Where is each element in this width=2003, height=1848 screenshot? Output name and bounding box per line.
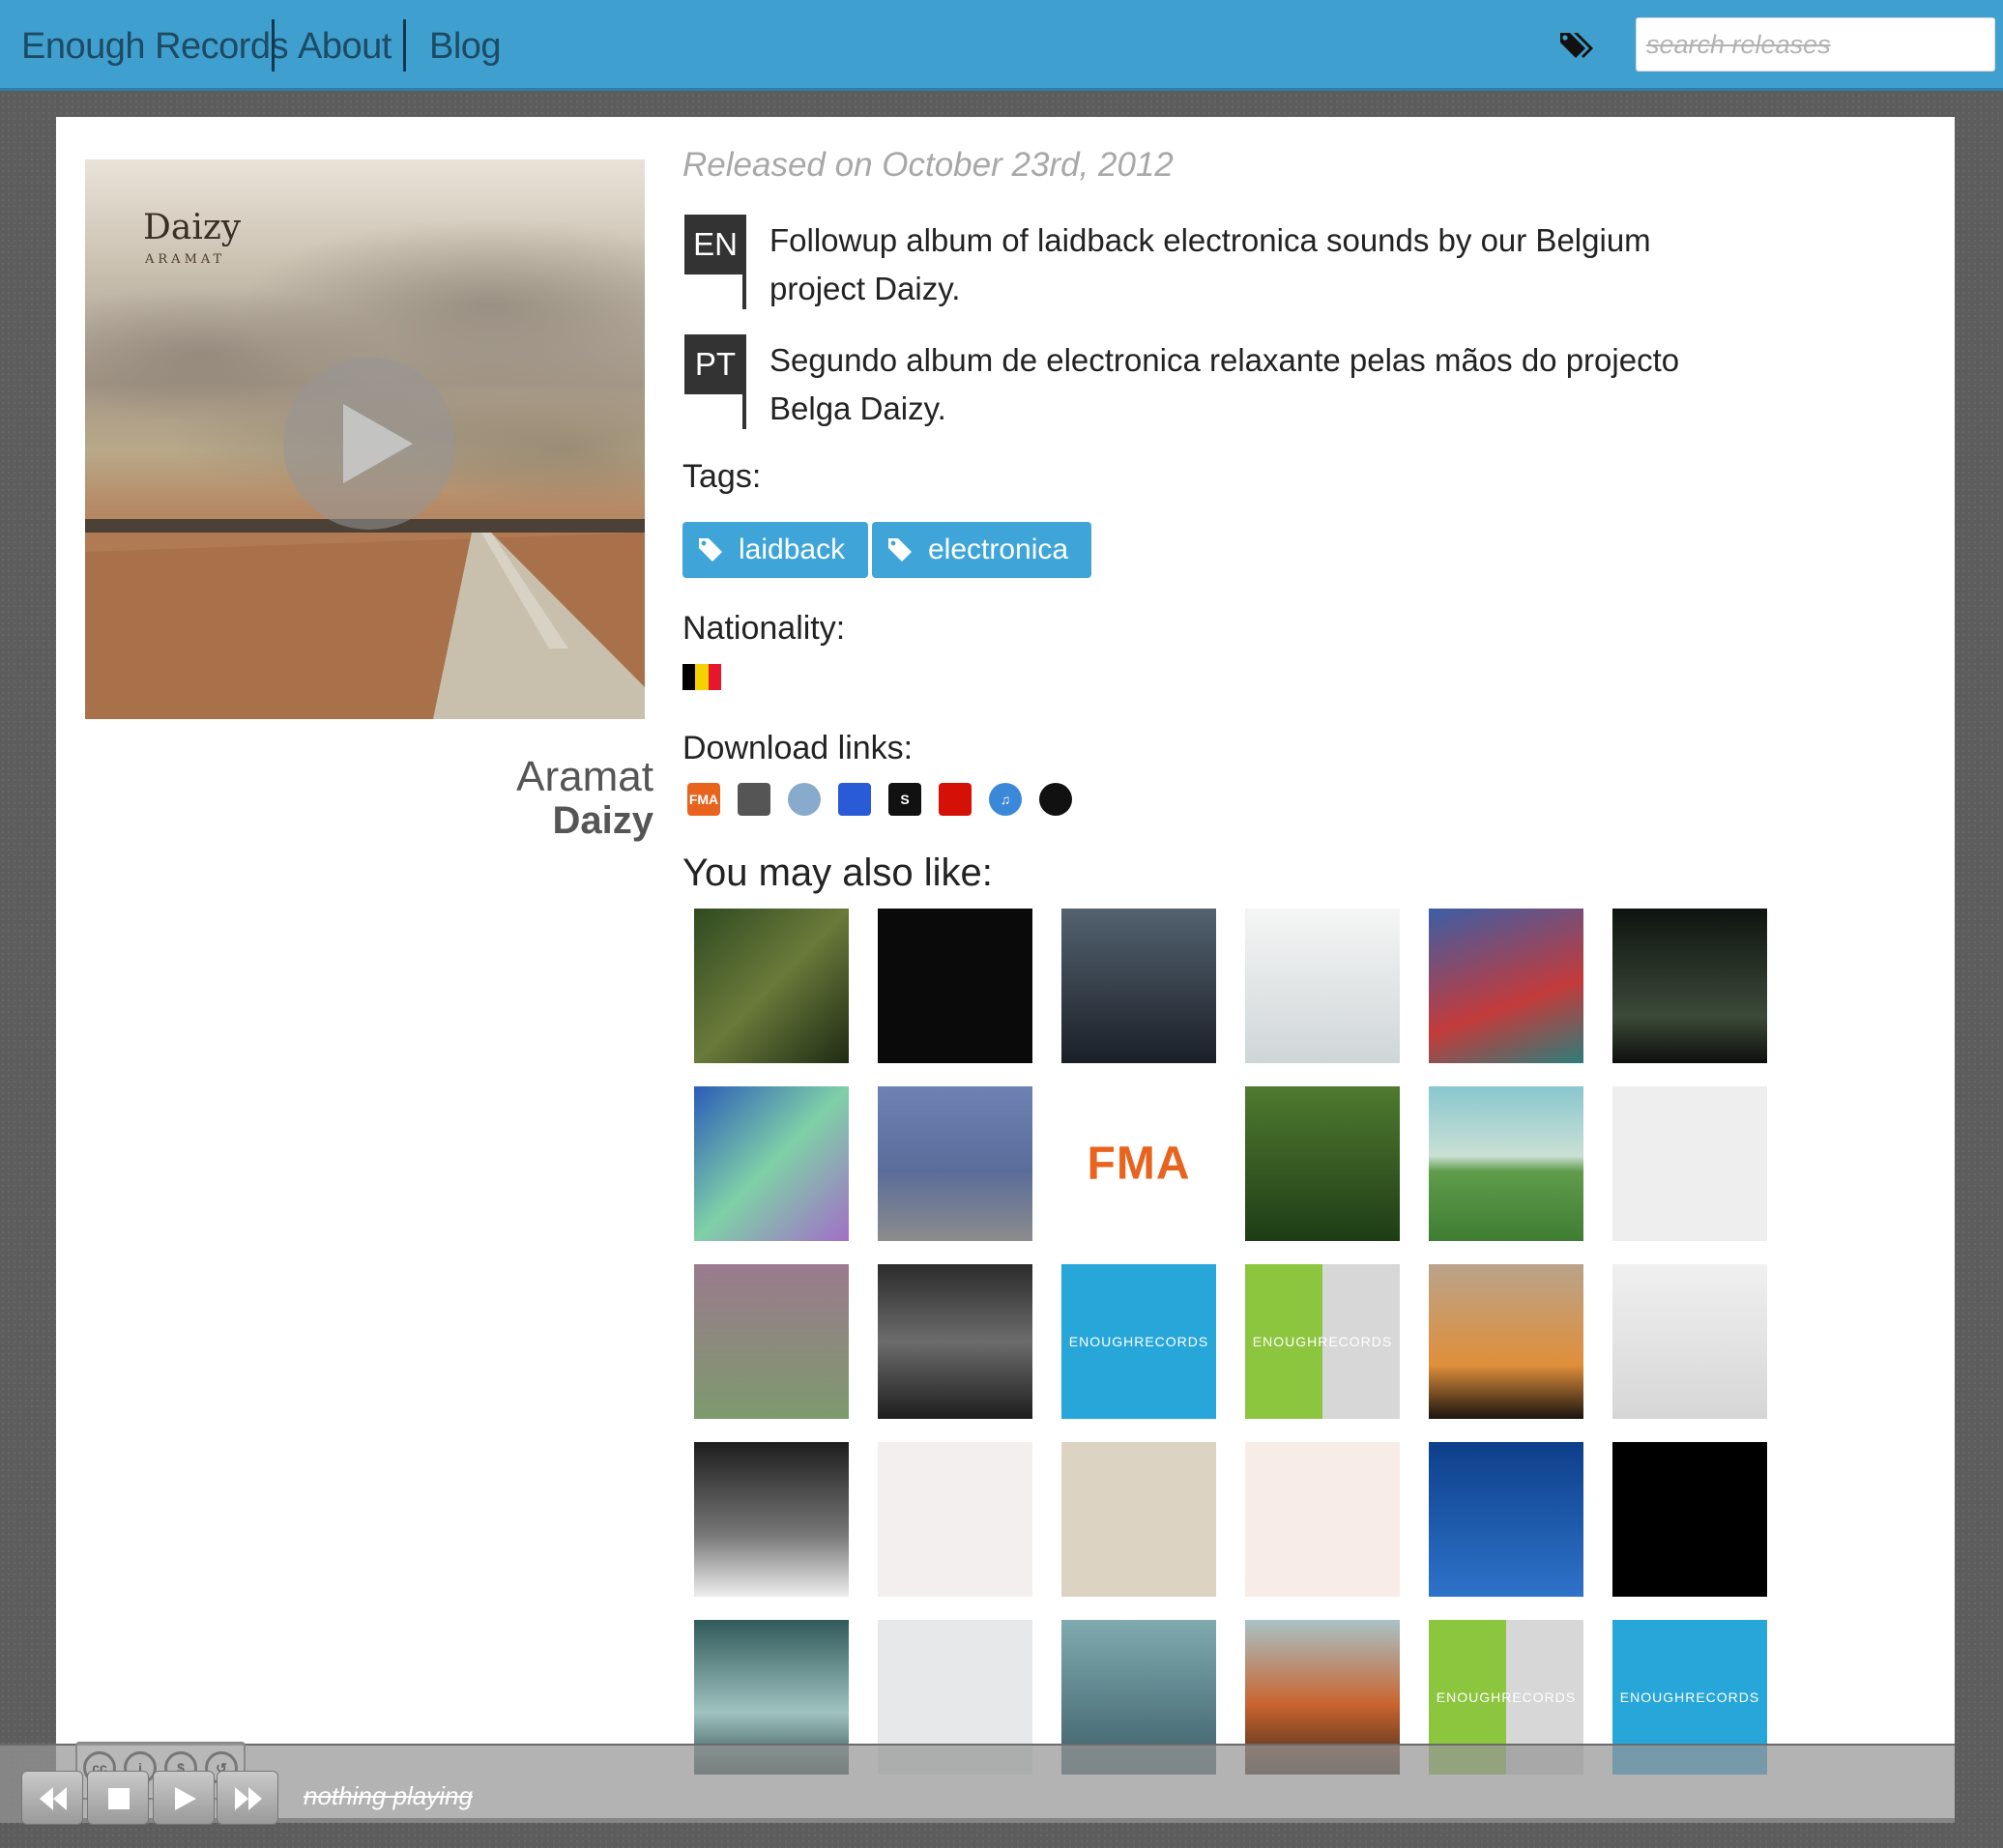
nav-separator: [403, 19, 406, 72]
release-artist[interactable]: Daizy: [553, 799, 654, 843]
flag-stripe: [682, 664, 696, 690]
album-thumb-microcosmos[interactable]: [694, 1086, 849, 1241]
cover-road: [85, 533, 645, 719]
internet-archive-icon[interactable]: [738, 783, 770, 816]
album-thumb-pink-room[interactable]: [878, 1442, 1032, 1597]
tag-label: electronica: [928, 534, 1069, 565]
stop-button[interactable]: [87, 1771, 149, 1825]
release-title: Aramat: [516, 753, 653, 800]
flag-stripe: [695, 664, 709, 690]
album-thumb-daizy[interactable]: [1429, 1086, 1583, 1241]
album-thumb-wabi-sabi[interactable]: [1429, 1264, 1583, 1419]
lastfm-icon[interactable]: [939, 783, 972, 816]
album-thumb-vinyl[interactable]: [1061, 1442, 1216, 1597]
description-text-en: Followup album of laidback electronica s…: [769, 222, 1651, 306]
nav-blog-link[interactable]: Blog: [429, 19, 502, 73]
play-overlay-button[interactable]: [283, 358, 455, 530]
tags-icon[interactable]: [1558, 29, 1599, 64]
description-text-pt: Segundo album de electronica relaxante p…: [769, 342, 1680, 426]
album-thumb-enough-green[interactable]: ENOUGHRECORDS: [1245, 1264, 1400, 1419]
scene-org-icon[interactable]: S: [888, 783, 921, 816]
jamendo-icon[interactable]: [838, 783, 871, 816]
album-thumb-fma[interactable]: FMA: [1061, 1086, 1216, 1241]
nav-separator: [272, 19, 275, 72]
play-icon: [343, 404, 413, 483]
play-icon: [175, 1787, 196, 1810]
fast-forward-button[interactable]: [217, 1771, 278, 1825]
album-thumb-skydivers[interactable]: [1429, 1442, 1583, 1597]
rewind-button[interactable]: [21, 1771, 83, 1825]
cover-title-text: ARAMAT: [145, 252, 226, 267]
lang-badge-pt: PT: [684, 334, 746, 429]
album-cover[interactable]: Daizy ARAMAT: [85, 159, 645, 719]
album-thumb-karma[interactable]: [1245, 1442, 1400, 1597]
sonicsquirrel-icon[interactable]: [788, 783, 821, 816]
release-panel: Daizy ARAMAT Aramat Daizy Released on Oc…: [56, 117, 1955, 1818]
album-thumb-dark-structure[interactable]: [1061, 909, 1216, 1063]
tag-label: laidback: [739, 534, 846, 565]
album-thumb-red-tree[interactable]: [1612, 1442, 1767, 1597]
now-playing-status: nothing playing: [304, 1781, 473, 1810]
search-input[interactable]: [1636, 17, 1995, 72]
album-thumb-inom[interactable]: [1245, 909, 1400, 1063]
tags-label: Tags:: [682, 458, 762, 495]
nav-about-link[interactable]: About: [298, 19, 392, 73]
nationality-label: Nationality:: [682, 610, 846, 647]
album-thumb-hourglass[interactable]: [1612, 1086, 1767, 1241]
album-thumb-label: ENOUGHRECORDS: [1436, 1689, 1577, 1705]
fma-icon[interactable]: FMA: [687, 783, 720, 816]
album-thumb-amitron[interactable]: [878, 1086, 1032, 1241]
nav-home-link[interactable]: Enough Records: [21, 19, 289, 73]
album-thumb-label: ENOUGHRECORDS: [1619, 1689, 1760, 1705]
rewind-icon: [40, 1787, 67, 1810]
tag-icon: [888, 538, 912, 562]
album-thumb-shotmix[interactable]: [878, 1264, 1032, 1419]
tag-laidback[interactable]: laidback: [682, 522, 869, 578]
tag-electronica[interactable]: electronica: [872, 522, 1092, 578]
album-thumb-enough-blue[interactable]: ENOUGHRECORDS: [1061, 1264, 1216, 1419]
audio-player-bar: [0, 1744, 1955, 1823]
album-thumb-anime[interactable]: [1245, 1086, 1400, 1241]
also-like-heading: You may also like:: [682, 852, 993, 894]
itunes-icon[interactable]: ♫: [989, 783, 1022, 816]
stop-icon: [108, 1788, 130, 1809]
album-thumb-woman-red[interactable]: [1429, 909, 1583, 1063]
lang-badge-en: EN: [684, 215, 746, 309]
flag-stripe: [708, 664, 721, 690]
album-thumb-label: FMA: [1087, 1138, 1191, 1190]
album-thumb-label: ENOUGHRECORDS: [1252, 1334, 1393, 1349]
tag-icon: [699, 538, 722, 562]
album-thumb-the-end[interactable]: [694, 909, 849, 1063]
top-nav: Enough Records About Blog: [0, 0, 2003, 91]
album-thumb-inner-peace[interactable]: [1612, 909, 1767, 1063]
album-thumb-gradient-circle[interactable]: [694, 1264, 849, 1419]
album-thumb-fog[interactable]: [1612, 1264, 1767, 1419]
discogs-icon[interactable]: [1039, 783, 1072, 816]
album-thumb-label: ENOUGHRECORDS: [1068, 1334, 1209, 1349]
release-date: Released on October 23rd, 2012: [682, 146, 1174, 184]
download-label: Download links:: [682, 730, 914, 766]
cover-artist-text: Daizy: [143, 208, 242, 247]
belgium-flag-icon[interactable]: [682, 664, 721, 690]
fast-forward-icon: [235, 1787, 262, 1810]
play-button[interactable]: [153, 1771, 215, 1825]
album-thumb-ignis[interactable]: [878, 909, 1032, 1063]
album-thumb-window[interactable]: [694, 1442, 849, 1597]
